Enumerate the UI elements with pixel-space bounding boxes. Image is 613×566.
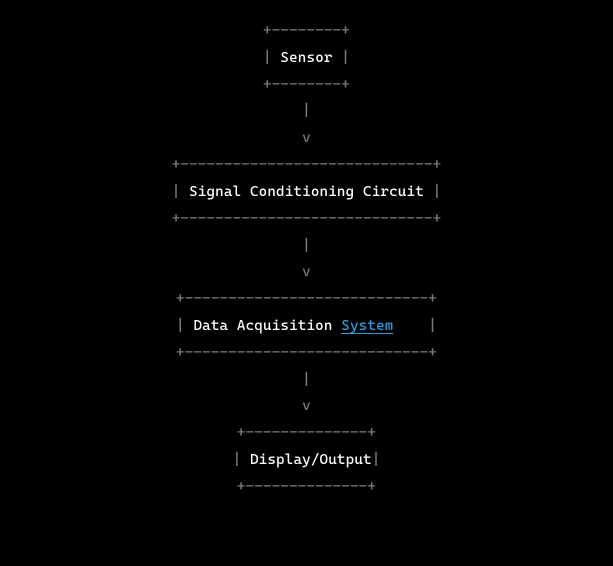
box3-border-top: +----------------------------+ xyxy=(176,291,437,307)
box3-label-pre: Data Acquisition xyxy=(193,318,341,334)
arrow1-head: v xyxy=(302,130,311,146)
box3-label-link[interactable]: System xyxy=(341,318,393,334)
arrow2-head: v xyxy=(302,264,311,280)
box1-border-top: +--------+ xyxy=(263,23,350,39)
box4-side-l: | xyxy=(233,452,242,468)
arrow2-pipe: | xyxy=(302,238,311,254)
box1-label: Sensor xyxy=(280,50,332,66)
arrow3-head: v xyxy=(302,398,311,414)
arrow3-pipe: | xyxy=(302,372,311,388)
box1-border-bot: +--------+ xyxy=(263,77,350,93)
box2-border-bot: +-----------------------------+ xyxy=(172,211,442,227)
box2-border-top: +-----------------------------+ xyxy=(172,157,442,173)
box4-border-top: +--------------+ xyxy=(237,425,376,441)
flowchart-diagram: +--------+ | Sensor | +--------+ | v +--… xyxy=(0,18,613,501)
box2-side-r: | xyxy=(433,184,442,200)
box3-side-l: | xyxy=(176,318,185,334)
box3-side-r: | xyxy=(428,318,437,334)
box2-label: Signal Conditioning Circuit xyxy=(189,184,424,200)
box3-label-pad xyxy=(393,318,419,334)
box1-side-l: | xyxy=(263,50,272,66)
box3-border-bot: +----------------------------+ xyxy=(176,345,437,361)
arrow1-pipe: | xyxy=(302,103,311,119)
box2-side-l: | xyxy=(172,184,181,200)
box4-side-r: | xyxy=(372,452,381,468)
box4-border-bot: +--------------+ xyxy=(237,479,376,495)
box4-label: Display/Output xyxy=(250,452,372,468)
box1-side-r: | xyxy=(341,50,350,66)
